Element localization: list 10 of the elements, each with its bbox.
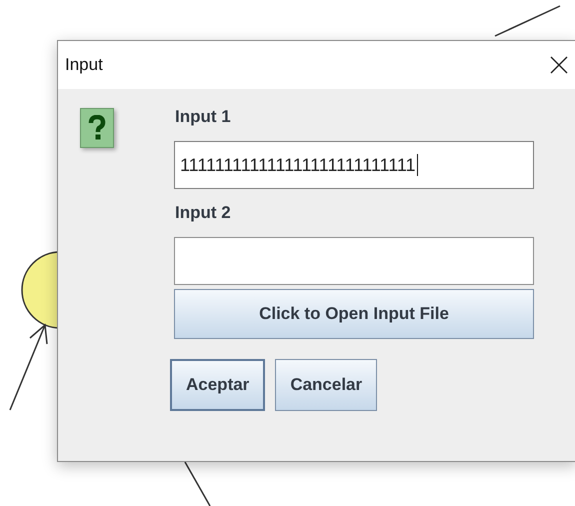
field-label: Input 1 xyxy=(175,107,232,128)
open-file-button[interactable]: Click to Open Input File xyxy=(174,289,534,339)
input-field[interactable] xyxy=(174,237,534,285)
close-icon[interactable] xyxy=(550,56,568,74)
accept-button[interactable]: Aceptar xyxy=(170,359,266,411)
question-icon xyxy=(80,108,114,148)
dialog-title: Input xyxy=(65,55,103,75)
cancel-button[interactable]: Cancelar xyxy=(275,359,378,411)
field-label: Input 2 xyxy=(175,203,232,224)
input-field[interactable]: 111111111111111111111111111 xyxy=(174,141,534,189)
